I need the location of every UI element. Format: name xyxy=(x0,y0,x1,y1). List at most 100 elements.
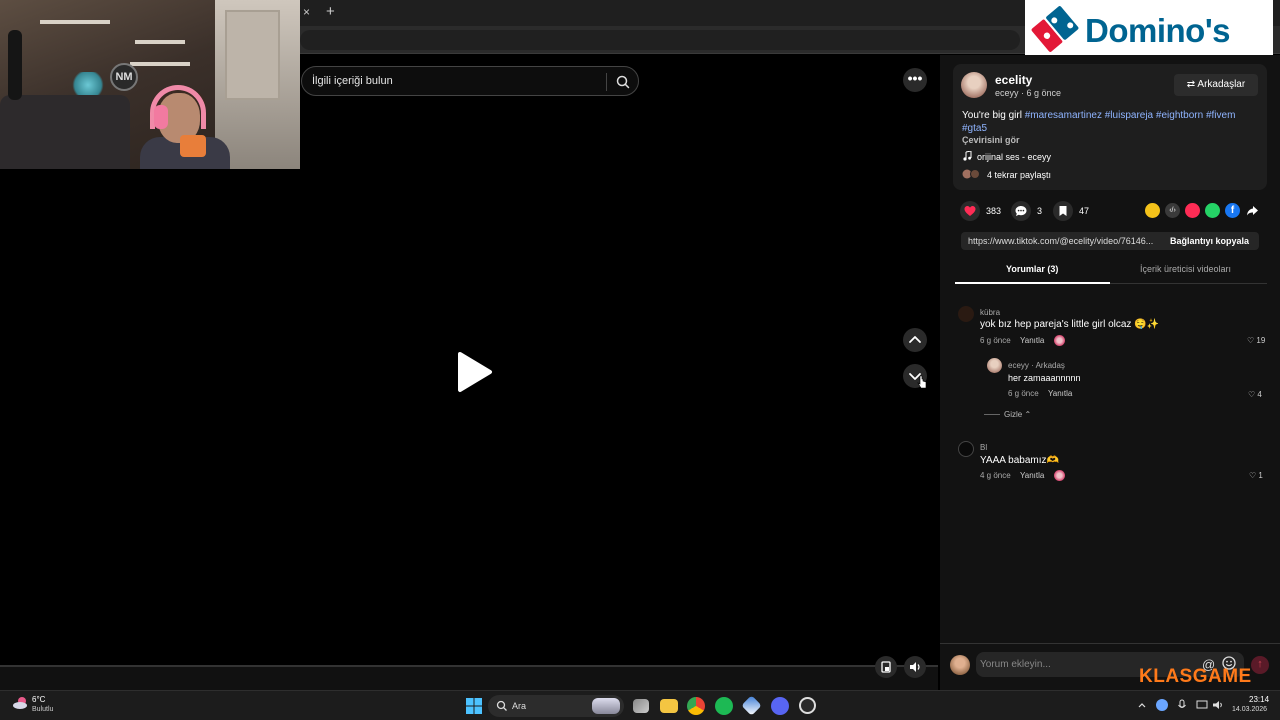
more-options-button[interactable]: ••• xyxy=(903,68,927,92)
sound-link[interactable]: orijinal ses - eceyy xyxy=(977,152,1051,162)
volume-button[interactable] xyxy=(904,656,926,678)
friends-button[interactable]: ⇄ Arkadaşlar xyxy=(1174,74,1258,96)
comment-text: YAAA babamız🫶 xyxy=(980,455,1059,466)
dominos-ad: Domino's xyxy=(1025,0,1273,58)
search-box[interactable]: İlgili içeriği bulun xyxy=(301,66,639,96)
hashtag-link[interactable]: #maresamartinez xyxy=(1025,110,1102,121)
forward-icon[interactable] xyxy=(1245,203,1260,218)
like-button[interactable] xyxy=(960,201,980,221)
author-subline: eceyy · 6 g önce xyxy=(995,88,1062,98)
save-count: 47 xyxy=(1079,206,1090,216)
windows-start-icon[interactable] xyxy=(464,696,484,716)
weather-temperature[interactable]: 6°C xyxy=(32,695,45,704)
dominos-logo-icon xyxy=(1029,4,1081,54)
hashtag-link[interactable]: #fivem xyxy=(1206,110,1235,121)
webcam-cabinet xyxy=(225,10,280,100)
commenter-avatar[interactable] xyxy=(958,441,974,457)
hashtag-link[interactable]: #eightborn xyxy=(1156,110,1203,121)
close-tab-icon[interactable]: × xyxy=(303,5,310,19)
comment-like-value: 19 xyxy=(1256,336,1266,345)
whatsapp-icon[interactable] xyxy=(1205,203,1220,218)
previous-video-button[interactable] xyxy=(903,328,927,352)
screen: × + İlgili içeriği bulun ••• NM Domino's… xyxy=(0,0,1280,720)
comment-time: 4 g önce xyxy=(980,471,1011,480)
comment-button[interactable] xyxy=(1011,201,1031,221)
commenter-name[interactable]: Bl xyxy=(980,443,987,452)
spotify-icon[interactable] xyxy=(715,697,733,715)
reposts-count[interactable]: 4 tekrar paylaştı xyxy=(987,170,1051,180)
author-username[interactable]: ecelity xyxy=(995,73,1032,87)
embed-icon[interactable]: ‹/› xyxy=(1165,203,1180,218)
creator-liked-avatar xyxy=(1054,335,1065,346)
commenter-avatar[interactable] xyxy=(958,306,974,322)
comment-like-count[interactable]: ♡ 4 xyxy=(1248,390,1262,399)
webcam-person xyxy=(140,85,230,169)
hide-replies-button[interactable]: Gizle ⌃ xyxy=(1004,410,1031,419)
comment-like-count[interactable]: ♡ 19 xyxy=(1247,336,1265,345)
post-caption: You're big girl #maresamartinez #luispar… xyxy=(962,109,1262,135)
cloudy-weather-icon[interactable] xyxy=(12,696,30,710)
copy-link-button[interactable]: Bağlantıyı kopyala xyxy=(1170,236,1249,246)
see-translation-link[interactable]: Çevirisini gör xyxy=(962,135,1020,145)
author-avatar[interactable] xyxy=(961,72,987,98)
taskbar-search[interactable]: Ara xyxy=(488,695,624,717)
new-tab-icon[interactable]: + xyxy=(326,3,335,20)
share-link-url[interactable]: https://www.tiktok.com/@ecelity/video/76… xyxy=(968,236,1160,246)
send-to-friends-icon[interactable] xyxy=(1185,203,1200,218)
search-highlight-image xyxy=(592,698,620,714)
streamer-logo: NM xyxy=(110,63,138,91)
music-note-icon xyxy=(963,151,972,161)
hashtag-link[interactable]: #luispareja xyxy=(1105,110,1153,121)
reply-button[interactable]: Yanıtla xyxy=(1020,336,1044,345)
comment-bubble-icon xyxy=(1015,206,1027,216)
webcam-microphone xyxy=(8,30,22,100)
repost-avatars-icon xyxy=(962,169,980,179)
tab-creator-videos[interactable]: İçerik üreticisi videoları xyxy=(1140,264,1231,274)
clock-date[interactable]: 14.03.2026 xyxy=(1232,706,1267,713)
facebook-icon[interactable]: f xyxy=(1225,203,1240,218)
search-divider xyxy=(606,73,607,91)
heart-icon xyxy=(964,206,976,216)
webcam-drink xyxy=(180,135,206,157)
task-view-icon[interactable] xyxy=(633,699,649,713)
tab-comments[interactable]: Yorumlar (3) xyxy=(1006,264,1058,274)
commenter-name[interactable]: kübra xyxy=(980,308,1000,317)
cloud-sync-icon[interactable] xyxy=(1156,699,1168,711)
send-comment-button[interactable]: ↑ xyxy=(1251,656,1269,674)
reply-button[interactable]: Yanıtla xyxy=(1020,471,1044,480)
chevron-up-icon xyxy=(909,336,921,343)
comment-count: 3 xyxy=(1037,206,1043,216)
klasgame-watermark: KLASGAME xyxy=(1139,666,1252,687)
play-icon[interactable] xyxy=(452,350,496,394)
miniplayer-button[interactable] xyxy=(875,656,897,678)
app-icon[interactable] xyxy=(741,695,762,716)
obs-icon[interactable] xyxy=(799,697,816,714)
webcam-headset-cup xyxy=(154,105,168,129)
hashtag-link[interactable]: #gta5 xyxy=(962,123,987,134)
chevron-up-icon[interactable] xyxy=(1136,699,1148,711)
search-icon xyxy=(496,700,507,711)
reply-button[interactable]: Yanıtla xyxy=(1048,389,1072,398)
commenter-name[interactable]: eceyy · Arkadaş xyxy=(1008,361,1065,370)
clock-time[interactable]: 23:14 xyxy=(1249,695,1269,704)
coin-share-icon[interactable] xyxy=(1145,203,1160,218)
search-icon[interactable] xyxy=(615,74,631,90)
weather-description[interactable]: Bulutlu xyxy=(32,706,53,713)
chrome-icon[interactable] xyxy=(687,697,705,715)
discord-icon[interactable] xyxy=(771,697,789,715)
microphone-icon[interactable] xyxy=(1176,699,1188,711)
video-bottom-strip xyxy=(0,667,938,690)
caption-text: You're big girl xyxy=(962,110,1025,121)
address-bar[interactable] xyxy=(300,30,1020,50)
comment-like-count[interactable]: ♡ 1 xyxy=(1249,471,1263,480)
save-button[interactable] xyxy=(1053,201,1073,221)
webcam-shelf xyxy=(40,20,110,24)
speaker-icon[interactable] xyxy=(1212,699,1224,711)
commenter-avatar[interactable] xyxy=(987,358,1002,373)
file-explorer-icon[interactable] xyxy=(660,699,678,713)
hide-replies-line xyxy=(984,414,1000,415)
search-input[interactable]: İlgili içeriği bulun xyxy=(312,75,393,87)
monitor-icon[interactable] xyxy=(1196,699,1208,711)
webcam-shelf xyxy=(130,62,190,66)
mouse-cursor-icon xyxy=(917,375,927,389)
